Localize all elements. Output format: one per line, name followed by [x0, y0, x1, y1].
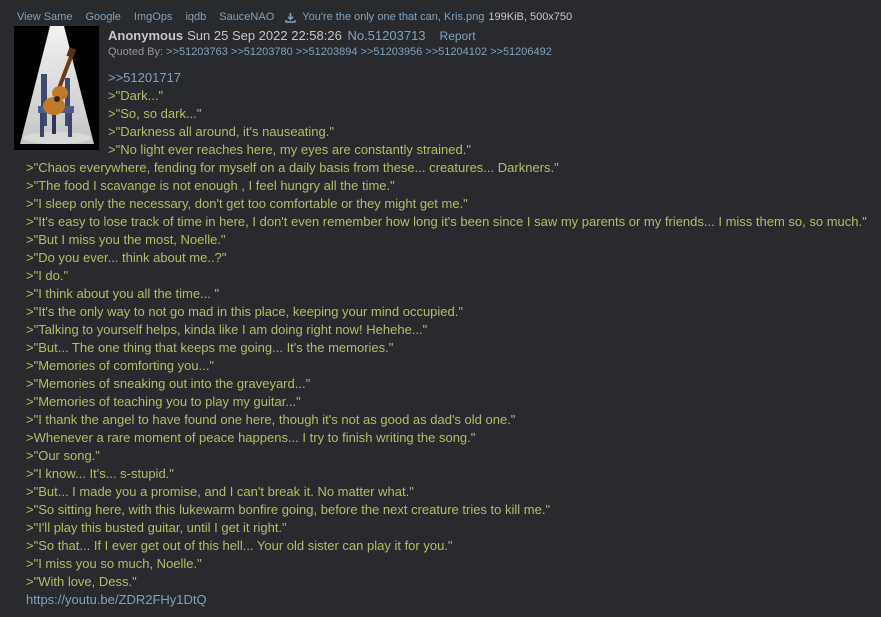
post-datetime: Sun 25 Sep 2022 22:58:26: [187, 28, 342, 43]
greentext-line: >"No light ever reaches here, my eyes ar…: [108, 142, 471, 157]
greentext-line: >"So, so dark...": [108, 106, 202, 121]
quoted-by-link[interactable]: >>51203763: [166, 46, 228, 58]
greentext-line: >"But I miss you the most, Noelle.": [26, 232, 226, 247]
greentext-line: >"Do you ever... think about me..?": [26, 250, 227, 265]
view-same-link[interactable]: View Same: [17, 9, 72, 25]
file-bar: View Same Google ImgOps iqdb SauceNAO You're …: [17, 9, 572, 25]
post-thumbnail[interactable]: [14, 26, 99, 150]
quoted-by-link[interactable]: >>51204102: [425, 46, 487, 58]
greentext-line: >"It's easy to lose track of time in her…: [26, 214, 867, 229]
google-link[interactable]: Google: [85, 9, 120, 25]
post-body-top: >>51201717 >"Dark..." >"So, so dark..." …: [108, 69, 471, 159]
greentext-line: >"I sleep only the necessary, don't get …: [26, 196, 468, 211]
file-name-link[interactable]: You're the only one that can, Kris.png: [302, 9, 484, 25]
post-header: Anonymous Sun 25 Sep 2022 22:58:26 No.512…: [108, 28, 476, 44]
greentext-line: >"Darkness all around, it's nauseating.": [108, 124, 334, 139]
greentext-line: >"But... The one thing that keeps me goi…: [26, 340, 394, 355]
greentext-line: >"Memories of teaching you to play my gu…: [26, 394, 301, 409]
quote-link[interactable]: >>51201717: [108, 69, 471, 87]
quoted-by-link[interactable]: >>51206492: [490, 46, 552, 58]
greentext-line: >"So sitting here, with this lukewarm bo…: [26, 502, 551, 517]
greentext-line: >"Talking to yourself helps, kinda like …: [26, 322, 428, 337]
file-info: 199KiB, 500x750: [488, 11, 573, 24]
quoted-by-label: Quoted By:: [108, 46, 164, 58]
post-container: View Same Google ImgOps iqdb SauceNAO You're …: [0, 0, 881, 617]
greentext-line: >"Chaos everywhere, fending for myself o…: [26, 160, 559, 175]
poster-name: Anonymous: [108, 28, 184, 43]
greentext-line: >"The food I scavange is not enough , I …: [26, 178, 395, 193]
iqdb-link[interactable]: iqdb: [185, 9, 206, 25]
download-icon[interactable]: [285, 12, 296, 23]
quoted-by-link[interactable]: >>51203894: [296, 46, 358, 58]
greentext-line: >"Our song.": [26, 448, 100, 463]
greentext-line: >"I know... It's... s-stupid.": [26, 466, 174, 481]
greentext-line: >"I thank the angel to have found one he…: [26, 412, 516, 427]
guitar-on-chair-thumbnail: [14, 26, 99, 150]
greentext-line: >"I miss you so much, Noelle.": [26, 556, 202, 571]
post-number-link[interactable]: No.51203713: [347, 28, 425, 43]
post-body: >"Chaos everywhere, fending for myself o…: [26, 159, 867, 609]
greentext-line: >Whenever a rare moment of peace happens…: [26, 430, 476, 445]
greentext-line: >"I think about you all the time... ": [26, 286, 220, 301]
quoted-by-link[interactable]: >>51203780: [231, 46, 293, 58]
greentext-line: >"I'll play this busted guitar, until I …: [26, 520, 287, 535]
report-button[interactable]: Report: [440, 29, 476, 43]
greentext-line: >"It's the only way to not go mad in thi…: [26, 304, 463, 319]
greentext-line: >"With love, Dess.": [26, 574, 137, 589]
greentext-line: >"Memories of sneaking out into the grav…: [26, 376, 311, 391]
greentext-line: >"Dark...": [108, 88, 164, 103]
greentext-line: >"So that... If I ever get out of this h…: [26, 538, 453, 553]
imgops-link[interactable]: ImgOps: [134, 9, 173, 25]
youtube-link[interactable]: https://youtu.be/ZDR2FHy1DtQ: [26, 591, 867, 609]
quoted-by-link[interactable]: >>51203956: [361, 46, 423, 58]
saucenao-link[interactable]: SauceNAO: [219, 9, 274, 25]
greentext-line: >"But... I made you a promise, and I can…: [26, 484, 414, 499]
greentext-line: >"I do.": [26, 268, 69, 283]
greentext-line: >"Memories of comforting you...": [26, 358, 215, 373]
quoted-by: Quoted By: >>51203763 >>51203780 >>5120389…: [108, 45, 555, 59]
